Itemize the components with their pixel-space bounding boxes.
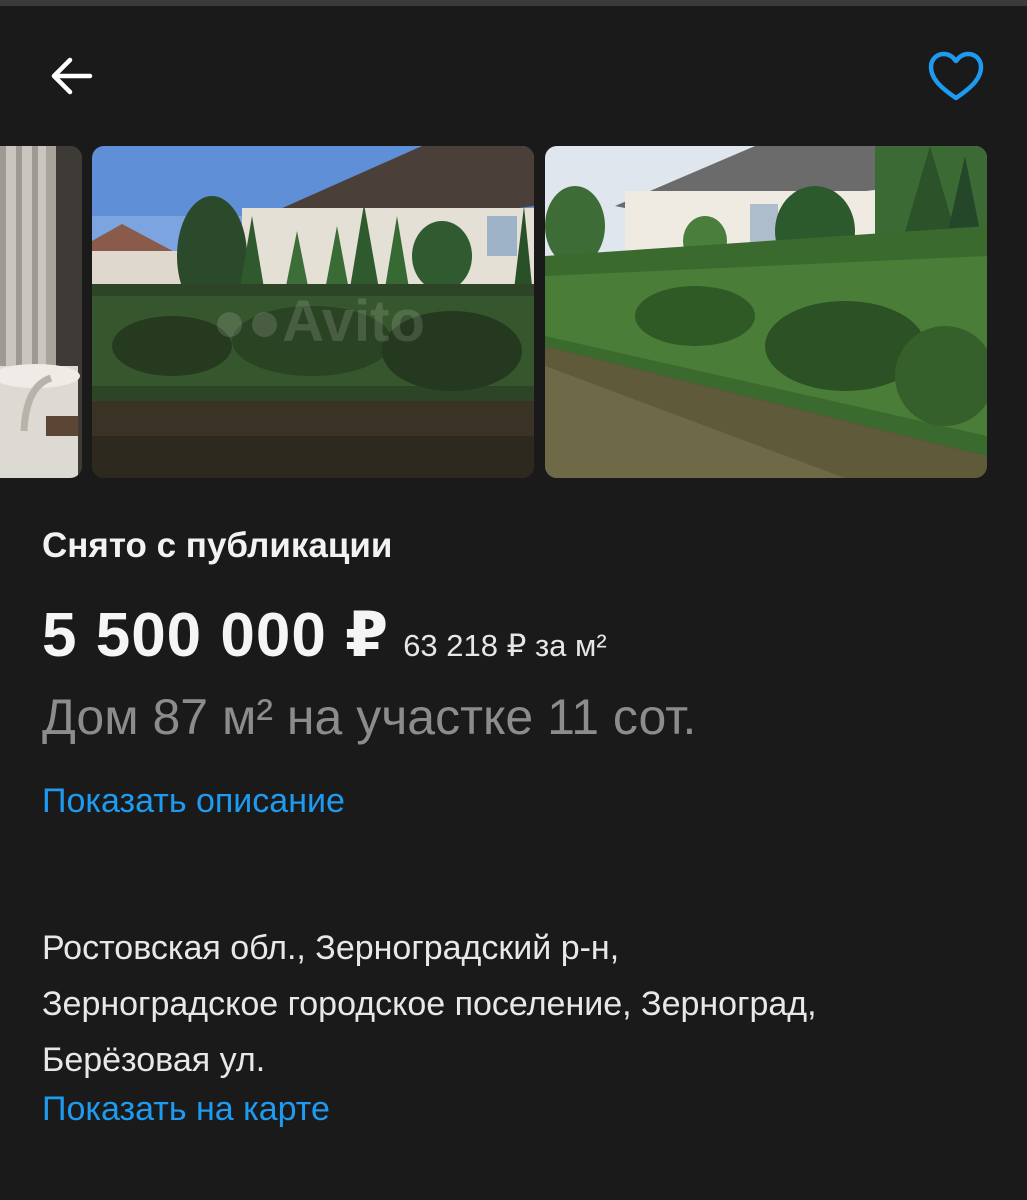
address: Ростовская обл., Зерноградский р-н, Зерн… (42, 920, 992, 1088)
gallery-photo-house[interactable]: ●●Avito (92, 146, 534, 478)
photo-gallery[interactable]: ●●Avito (0, 146, 1027, 478)
arrow-left-icon (51, 57, 93, 95)
price-per-square-meter: 63 218 ₽ за м² (403, 628, 607, 663)
status-bar-edge (0, 0, 1027, 6)
address-line-region: Ростовская обл., Зерноградский р-н, (42, 929, 620, 967)
show-description-link[interactable]: Показать описание (42, 782, 345, 821)
show-on-map-link[interactable]: Показать на карте (42, 1090, 330, 1129)
address-line-settlement: Зерноградское городское поселение, Зерно… (42, 985, 817, 1023)
price-row: 5 500 000 ₽ 63 218 ₽ за м² (42, 598, 607, 671)
gallery-photo-hedge[interactable] (545, 146, 987, 478)
address-line-street: Берёзовая ул. (42, 1041, 266, 1079)
favorite-button[interactable] (926, 50, 986, 104)
watermark-logo: ●●Avito (212, 289, 425, 354)
heart-outline-icon (928, 51, 984, 101)
gallery-photo-interior[interactable] (0, 146, 82, 478)
listing-title: Дом 87 м² на участке 11 сот. (42, 689, 697, 745)
price: 5 500 000 ₽ (42, 601, 390, 670)
back-button[interactable] (44, 52, 96, 100)
listing-status: Снято с публикации (42, 526, 393, 565)
